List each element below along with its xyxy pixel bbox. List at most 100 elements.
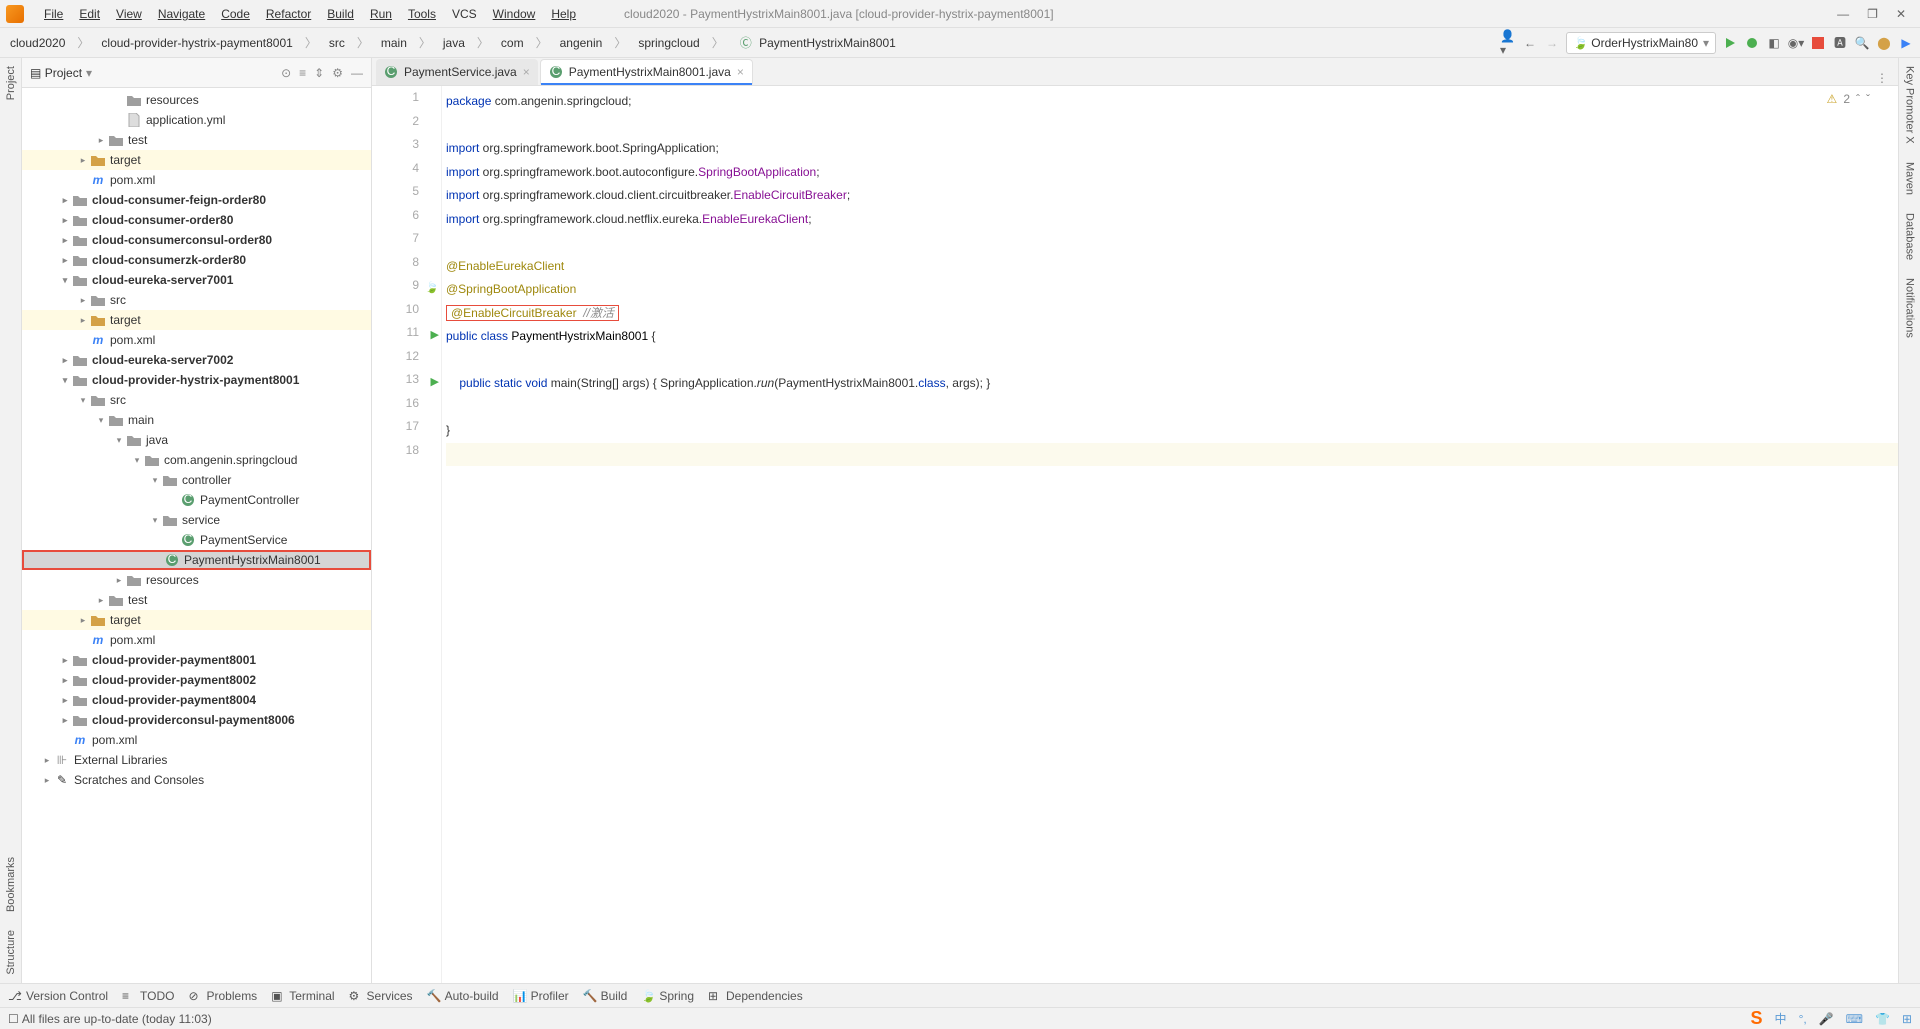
stop-button[interactable]	[1810, 35, 1826, 51]
code-line[interactable]: }	[446, 419, 1898, 443]
code-line[interactable]: @EnableCircuitBreaker //激活	[446, 302, 1898, 326]
line-number[interactable]: 6	[372, 208, 441, 232]
ime-tool-icon[interactable]: ⊞	[1902, 1012, 1912, 1026]
code-line[interactable]: public static void main(String[] args) {…	[446, 372, 1898, 396]
breadcrumb-item[interactable]: cloud2020	[6, 34, 69, 52]
tree-node[interactable]: ▾cloud-provider-hystrix-payment8001	[22, 370, 371, 390]
ime-mic-icon[interactable]: 🎤	[1819, 1012, 1834, 1026]
tree-node[interactable]: ▾main	[22, 410, 371, 430]
code-line[interactable]: public class PaymentHystrixMain8001 {	[446, 325, 1898, 349]
line-number[interactable]: 18	[372, 443, 441, 467]
menu-window[interactable]: Window	[485, 4, 544, 24]
line-number[interactable]: 2	[372, 114, 441, 138]
tree-node[interactable]: ▾service	[22, 510, 371, 530]
code-line[interactable]	[446, 396, 1898, 420]
left-tool-bookmarks[interactable]: Bookmarks	[5, 857, 17, 912]
menu-file[interactable]: File	[36, 4, 71, 24]
bottom-tab-terminal[interactable]: ▣Terminal	[271, 989, 334, 1003]
collapse-all-icon[interactable]: ⇕	[314, 66, 324, 80]
editor-tab[interactable]: CPaymentService.java×	[376, 59, 538, 85]
inspect-down-icon[interactable]: ˇ	[1866, 92, 1870, 106]
tree-node[interactable]: ▾cloud-eureka-server7001	[22, 270, 371, 290]
menu-vcs[interactable]: VCS	[444, 4, 485, 24]
ime-keyboard-icon[interactable]: ⌨	[1846, 1012, 1863, 1026]
menu-run[interactable]: Run	[362, 4, 400, 24]
code-line[interactable]: @SpringBootApplication	[446, 278, 1898, 302]
menu-tools[interactable]: Tools	[400, 4, 444, 24]
tree-node[interactable]: ▸✎Scratches and Consoles	[22, 770, 371, 790]
code-line[interactable]: import org.springframework.cloud.netflix…	[446, 208, 1898, 232]
menu-build[interactable]: Build	[319, 4, 362, 24]
tree-node[interactable]: mpom.xml	[22, 170, 371, 190]
inspect-up-icon[interactable]: ˆ	[1856, 92, 1860, 106]
update-icon[interactable]: ⬤	[1876, 35, 1892, 51]
tree-node[interactable]: ▸cloud-consumerzk-order80	[22, 250, 371, 270]
back-icon[interactable]: ←	[1522, 35, 1538, 51]
line-number[interactable]: 5	[372, 184, 441, 208]
bottom-tab-dependencies[interactable]: ⊞Dependencies	[708, 989, 803, 1003]
line-number[interactable]: 10	[372, 302, 441, 326]
breadcrumb-item[interactable]: cloud-provider-hystrix-payment8001	[97, 34, 296, 52]
settings-icon[interactable]: ⚙	[332, 66, 343, 80]
code-line[interactable]: import org.springframework.boot.SpringAp…	[446, 137, 1898, 161]
menu-view[interactable]: View	[108, 4, 150, 24]
line-number[interactable]: 16	[372, 396, 441, 420]
right-tool-maven[interactable]: Maven	[1904, 162, 1916, 195]
menu-refactor[interactable]: Refactor	[258, 4, 319, 24]
tree-node[interactable]: ▸cloud-provider-payment8004	[22, 690, 371, 710]
line-number[interactable]: 3	[372, 137, 441, 161]
ime-punct[interactable]: °,	[1799, 1012, 1807, 1026]
line-number[interactable]: 9🍃	[372, 278, 441, 302]
tree-node[interactable]: ▸resources	[22, 570, 371, 590]
hide-icon[interactable]: —	[351, 66, 363, 80]
code-line[interactable]: import org.springframework.cloud.client.…	[446, 184, 1898, 208]
inspection-widget[interactable]: ⚠ 2 ˆ ˇ	[1827, 92, 1870, 106]
tree-node[interactable]: ▸cloud-providerconsul-payment8006	[22, 710, 371, 730]
line-number[interactable]: 8	[372, 255, 441, 279]
tree-node[interactable]: ▸target	[22, 150, 371, 170]
ide-icon[interactable]: ▶	[1898, 35, 1914, 51]
bottom-tab-version-control[interactable]: ⎇Version Control	[8, 989, 108, 1003]
tree-node[interactable]: ▸cloud-provider-payment8001	[22, 650, 371, 670]
project-label[interactable]: Project	[45, 66, 82, 80]
tree-node[interactable]: ▸cloud-consumer-order80	[22, 210, 371, 230]
bottom-tab-profiler[interactable]: 📊Profiler	[513, 989, 569, 1003]
gutter-run-icon[interactable]: 🍃	[425, 281, 439, 294]
tree-node[interactable]: ▸test	[22, 130, 371, 150]
tree-node[interactable]: ▸cloud-provider-payment8002	[22, 670, 371, 690]
menu-help[interactable]: Help	[543, 4, 584, 24]
gutter-run-icon[interactable]: ▶	[431, 328, 439, 341]
minimize-icon[interactable]: —	[1837, 7, 1849, 21]
code-line[interactable]	[446, 231, 1898, 255]
tree-node[interactable]: CPaymentService	[22, 530, 371, 550]
tree-node[interactable]: ▸⊪External Libraries	[22, 750, 371, 770]
tree-node[interactable]: mpom.xml	[22, 630, 371, 650]
code-line[interactable]	[446, 114, 1898, 138]
tab-close-icon[interactable]: ×	[523, 65, 530, 79]
close-icon[interactable]: ✕	[1896, 7, 1906, 21]
tree-node[interactable]: ▸target	[22, 610, 371, 630]
bottom-tab-services[interactable]: ⚙Services	[349, 989, 413, 1003]
tree-node[interactable]: ▾java	[22, 430, 371, 450]
breadcrumb-item[interactable]: angenin	[556, 34, 607, 52]
bottom-tab-problems[interactable]: ⊘Problems	[189, 989, 258, 1003]
right-tool-keypromoter[interactable]: Key Promoter X	[1904, 66, 1916, 144]
tree-node[interactable]: ▾controller	[22, 470, 371, 490]
tree-node[interactable]: ▾com.angenin.springcloud	[22, 450, 371, 470]
tree-node[interactable]: ▸cloud-eureka-server7002	[22, 350, 371, 370]
editor-tab-more-icon[interactable]: ⋮	[1866, 71, 1898, 85]
ime-lang[interactable]: 中	[1775, 1010, 1787, 1027]
line-number[interactable]: 13▶	[372, 372, 441, 396]
tree-node[interactable]: CPaymentHystrixMain8001	[22, 550, 371, 570]
run-config-selector[interactable]: 🍃 OrderHystrixMain80▾	[1566, 32, 1716, 54]
debug-button[interactable]	[1744, 35, 1760, 51]
line-number[interactable]: 4	[372, 161, 441, 185]
tree-node[interactable]: ▸test	[22, 590, 371, 610]
translate-icon[interactable]: 🅰	[1832, 35, 1848, 51]
gutter-run-icon[interactable]: ▶	[431, 375, 439, 388]
code-line[interactable]	[446, 349, 1898, 373]
code-area[interactable]: ⚠ 2 ˆ ˇ 123456789🍃1011▶1213▶161718 packa…	[372, 86, 1898, 983]
forward-icon[interactable]: →	[1544, 35, 1560, 51]
left-tool-structure[interactable]: Structure	[5, 930, 17, 975]
menu-edit[interactable]: Edit	[71, 4, 108, 24]
